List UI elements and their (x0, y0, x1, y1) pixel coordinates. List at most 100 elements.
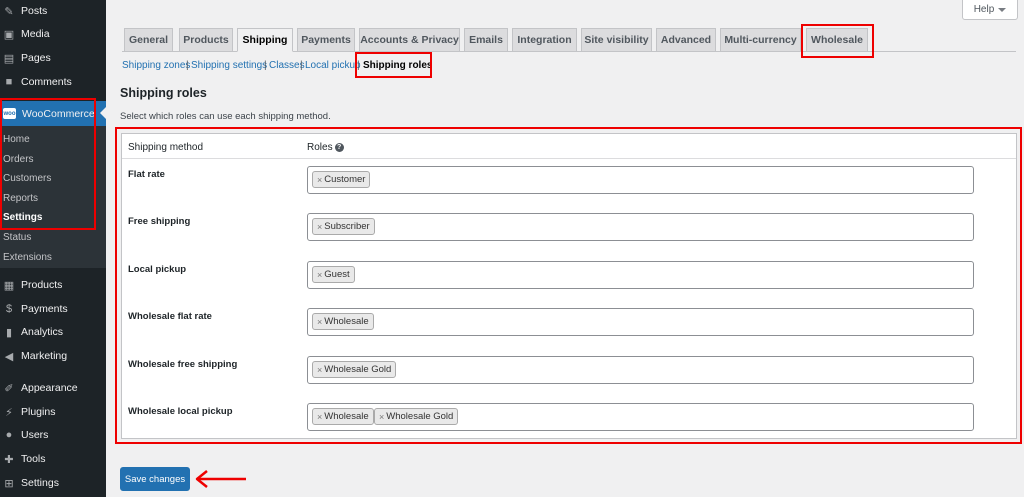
roles-select-free-shipping[interactable]: × Subscriber (307, 213, 974, 241)
column-header-label: Shipping method (128, 142, 204, 153)
menu-item-plugins[interactable]: ⚡ Plugins (0, 401, 106, 423)
submenu-item-status[interactable]: Status (3, 232, 31, 243)
remove-icon[interactable]: × (317, 175, 322, 185)
menu-item-settings[interactable]: ⊞ Settings (0, 472, 106, 494)
subsection-shipping-settings[interactable]: Shipping settings (191, 60, 267, 71)
remove-icon[interactable]: × (317, 270, 322, 280)
help-tip-icon[interactable]: ? (334, 143, 344, 152)
menu-label: Products (21, 279, 63, 291)
role-chip-label: Customer (324, 174, 366, 185)
pages-icon: ▤ (3, 52, 15, 65)
section-description: Select which roles can use each shipping… (120, 111, 331, 122)
help-button[interactable]: Help (962, 0, 1018, 20)
column-header-roles: Roles ? (307, 142, 344, 153)
tab-site-visibility[interactable]: Site visibility (581, 28, 652, 52)
shipping-roles-table: Shipping method Roles ? Flat rate × Custo… (121, 133, 1017, 439)
menu-label: Comments (21, 76, 72, 88)
submenu-item-home[interactable]: Home (3, 134, 30, 145)
tab-advanced[interactable]: Advanced (656, 28, 716, 52)
pin-icon: ✎ (4, 5, 14, 18)
tab-wholesale[interactable]: Wholesale (806, 28, 868, 52)
menu-label: Pages (21, 52, 51, 64)
caret-down-icon (998, 7, 1007, 12)
remove-icon[interactable]: × (317, 317, 322, 327)
tab-general[interactable]: General (124, 28, 173, 52)
menu-item-tools[interactable]: ✚ Tools (0, 448, 106, 470)
table-header-row: Shipping method Roles ? (122, 134, 1016, 159)
tab-shipping[interactable]: Shipping (237, 28, 293, 52)
submenu-item-orders[interactable]: Orders (3, 154, 34, 165)
roles-select-flat-rate[interactable]: × Customer (307, 166, 974, 194)
woocommerce-icon: woo (3, 108, 16, 119)
menu-item-woocommerce[interactable]: woo WooCommerce (0, 101, 106, 126)
role-chip-label: Wholesale Gold (324, 364, 392, 375)
tab-accounts-privacy[interactable]: Accounts & Privacy (359, 28, 460, 52)
brush-icon: ✐ (4, 382, 14, 395)
remove-icon[interactable]: × (379, 412, 384, 422)
menu-item-posts[interactable]: ✎ Posts (0, 0, 106, 22)
subsection-shipping-roles[interactable]: Shipping roles (363, 60, 432, 71)
wrench-icon: ✚ (4, 453, 14, 466)
column-header-shipping-method: Shipping method (128, 142, 203, 153)
section-title: Shipping roles (120, 86, 207, 100)
menu-item-payments[interactable]: $ Payments (0, 298, 106, 320)
menu-label: Plugins (21, 406, 56, 418)
roles-select-wholesale-local-pickup[interactable]: × Wholesale × Wholesale Gold (307, 403, 974, 431)
tab-payments[interactable]: Payments (297, 28, 355, 52)
menu-item-pages[interactable]: ▤ Pages (0, 47, 106, 69)
submenu-item-settings[interactable]: Settings (3, 212, 42, 223)
submenu-item-reports[interactable]: Reports (3, 193, 38, 204)
submenu-item-extensions[interactable]: Extensions (3, 252, 52, 263)
role-chip: × Wholesale (312, 313, 374, 330)
menu-item-products[interactable]: ▦ Products (0, 274, 106, 296)
menu-item-comments[interactable]: ■ Comments (0, 71, 106, 93)
separator: | (300, 60, 303, 71)
woocommerce-submenu: Home Orders Customers Reports Settings S… (0, 126, 106, 268)
users-icon: ● (5, 429, 13, 441)
menu-label: Media (21, 28, 50, 40)
column-header-label: Roles (307, 142, 333, 153)
submenu-item-customers[interactable]: Customers (3, 173, 51, 184)
row-method-flat-rate: Flat rate (128, 169, 165, 180)
subsection-local-pickup[interactable]: Local pickup (305, 60, 361, 71)
tab-emails[interactable]: Emails (464, 28, 508, 52)
menu-label: Users (21, 429, 49, 441)
settings-icon: ⊞ (4, 477, 14, 490)
tab-products[interactable]: Products (179, 28, 233, 52)
menu-item-marketing[interactable]: ◀ Marketing (0, 345, 106, 367)
row-method-local-pickup: Local pickup (128, 264, 187, 275)
row-method-wholesale-flat-rate: Wholesale flat rate (128, 311, 212, 322)
help-label: Help (973, 4, 995, 15)
subsection-shipping-zones[interactable]: Shipping zones (122, 60, 190, 71)
role-chip-label: Guest (324, 269, 350, 280)
remove-icon[interactable]: × (317, 222, 322, 232)
role-chip: × Customer (312, 171, 371, 188)
menu-label: Payments (21, 303, 68, 315)
remove-icon[interactable]: × (317, 412, 322, 422)
menu-label: Appearance (21, 382, 78, 394)
row-method-wholesale-local-pickup: Wholesale local pickup (128, 406, 233, 417)
role-chip-label: Subscriber (324, 221, 370, 232)
arrow-left-icon (195, 470, 246, 488)
row-method-wholesale-free-shipping: Wholesale free shipping (128, 359, 238, 370)
media-icon: ▣ (3, 28, 15, 41)
dollar-icon: $ (5, 303, 13, 315)
menu-item-users[interactable]: ● Users (0, 424, 106, 446)
roles-select-local-pickup[interactable]: × Guest (307, 261, 974, 289)
megaphone-icon: ◀ (4, 350, 14, 363)
row-method-free-shipping: Free shipping (128, 216, 191, 227)
role-chip: × Wholesale Gold (374, 408, 459, 425)
menu-label: WooCommerce (22, 107, 95, 120)
tab-integration[interactable]: Integration (512, 28, 577, 52)
roles-select-wholesale-flat-rate[interactable]: × Wholesale (307, 308, 974, 336)
role-chip: × Guest (312, 266, 355, 283)
menu-item-appearance[interactable]: ✐ Appearance (0, 377, 106, 399)
menu-item-analytics[interactable]: ▮ Analytics (0, 321, 106, 343)
save-changes-button[interactable]: Save changes (120, 467, 190, 491)
separator: | (264, 60, 267, 71)
tab-multi-currency[interactable]: Multi-currency (720, 28, 801, 52)
menu-item-media[interactable]: ▣ Media (0, 23, 106, 45)
remove-icon[interactable]: × (317, 365, 322, 375)
roles-select-wholesale-free-shipping[interactable]: × Wholesale Gold (307, 356, 974, 384)
plug-icon: ⚡ (5, 406, 13, 419)
